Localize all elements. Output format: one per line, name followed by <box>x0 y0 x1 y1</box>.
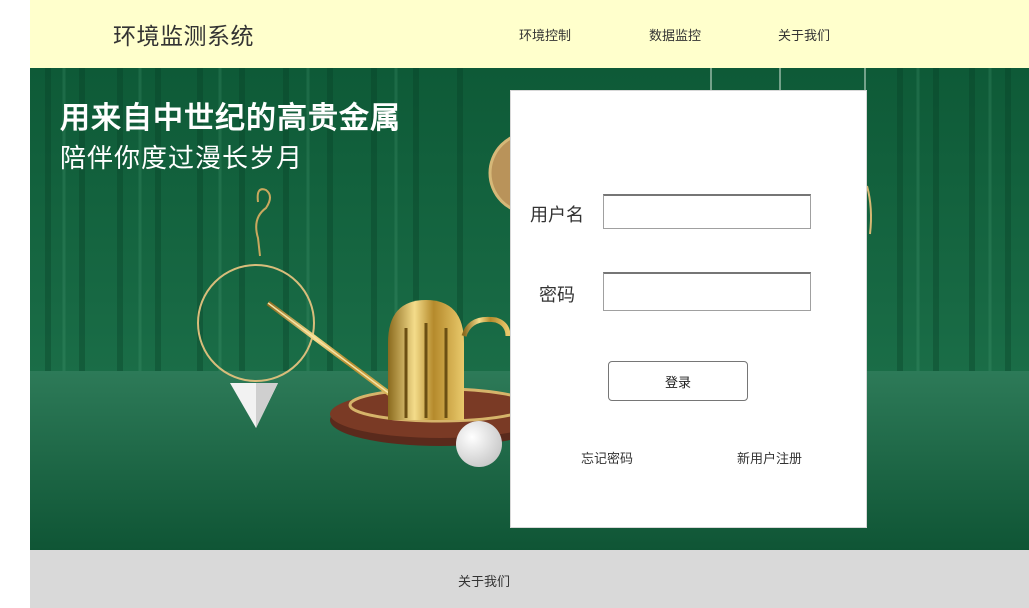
password-input[interactable] <box>603 272 811 311</box>
top-navigation-bar: 环境监测系统 环境控制 数据监控 关于我们 <box>30 0 1029 68</box>
footer-about-link[interactable]: 关于我们 <box>458 571 510 590</box>
nav-link-data-monitoring[interactable]: 数据监控 <box>649 25 701 44</box>
username-input[interactable] <box>603 194 811 229</box>
site-title: 环境监测系统 <box>113 24 254 50</box>
login-button[interactable]: 登录 <box>608 361 748 401</box>
login-panel: 用户名 密码 登录 忘记密码 新用户注册 <box>510 90 867 528</box>
hero-subheadline: 陪伴你度过漫长岁月 <box>60 144 304 174</box>
register-link[interactable]: 新用户注册 <box>737 448 802 467</box>
username-label: 用户名 <box>530 205 584 226</box>
nav-link-environment-control[interactable]: 环境控制 <box>519 25 571 44</box>
hero-headline: 用来自中世纪的高贵金属 <box>60 101 401 136</box>
footer: 关于我们 <box>30 550 1029 608</box>
password-label: 密码 <box>539 285 575 306</box>
nav-link-about-us[interactable]: 关于我们 <box>778 25 830 44</box>
forgot-password-link[interactable]: 忘记密码 <box>581 448 633 467</box>
